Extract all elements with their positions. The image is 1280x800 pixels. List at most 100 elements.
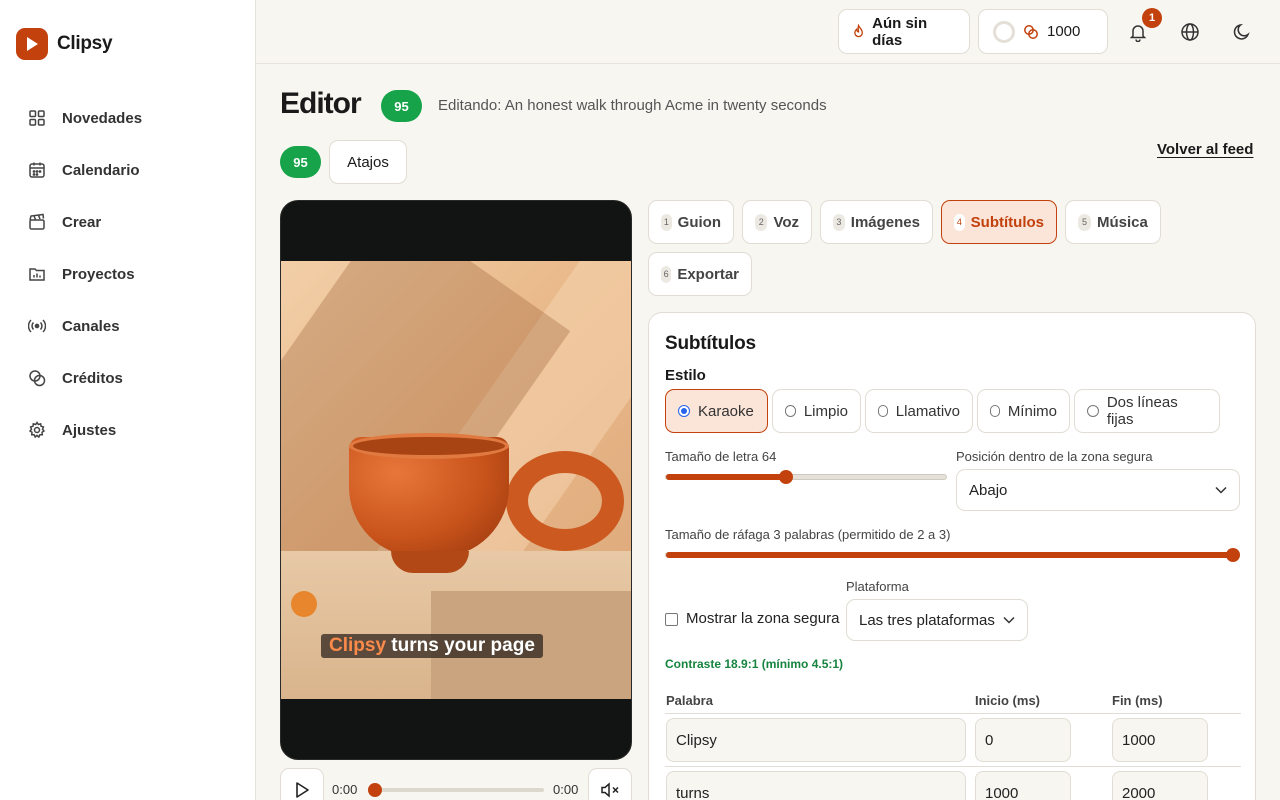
tab-number: 4 — [954, 213, 965, 231]
sidebar-item-label: Crear — [62, 213, 102, 231]
sidebar-item-proyectos[interactable]: Proyectos — [0, 248, 256, 300]
tab-exportar[interactable]: 6 Exportar — [648, 252, 752, 296]
font-size-slider[interactable] — [665, 470, 947, 484]
score-badge: 95 — [381, 90, 422, 122]
sidebar-item-label: Canales — [62, 317, 120, 335]
page-title: Editor — [280, 87, 362, 120]
gear-icon — [28, 421, 46, 439]
font-size-label: Tamaño de letra 64 — [665, 449, 777, 464]
option-label: Limpio — [803, 402, 848, 420]
word-input[interactable]: Clipsy — [666, 718, 966, 762]
safe-zone-label[interactable]: Mostrar la zona segura — [686, 610, 839, 627]
tab-musica[interactable]: 5 Música — [1065, 200, 1161, 244]
select-value: Abajo — [969, 481, 1008, 499]
theme-toggle-button[interactable] — [1226, 16, 1258, 48]
clapperboard-icon — [29, 213, 45, 230]
column-header-word: Palabra — [666, 693, 713, 708]
play-button[interactable] — [280, 768, 324, 800]
sidebar-item-novedades[interactable]: Novedades — [0, 92, 256, 144]
option-label: Karaoke — [698, 402, 754, 420]
tab-voz[interactable]: 2 Voz — [742, 200, 812, 244]
tab-label: Exportar — [677, 265, 739, 283]
row-divider — [665, 766, 1241, 767]
video-preview[interactable]: Clipsy turns your page — [280, 200, 632, 760]
radio-icon — [990, 405, 1000, 417]
select-value: Las tres plataformas — [859, 611, 995, 629]
radio-icon — [1087, 405, 1099, 417]
back-to-feed-link[interactable]: Volver al feed — [1157, 141, 1253, 158]
coins-icon — [1024, 24, 1038, 39]
safe-zone-checkbox[interactable] — [665, 613, 678, 626]
moon-icon — [1233, 23, 1250, 40]
slider-fill — [666, 552, 1238, 558]
cup-foot — [391, 551, 469, 573]
sidebar-item-creditos[interactable]: Créditos — [0, 352, 256, 404]
radio-icon — [785, 405, 796, 417]
tab-label: Imágenes — [850, 213, 920, 231]
burst-size-slider[interactable] — [665, 548, 1240, 562]
word-input[interactable]: turns — [666, 771, 966, 800]
streak-label: Aún sin días — [872, 14, 928, 49]
score-badge-secondary: 95 — [280, 146, 321, 178]
grid-icon — [29, 110, 45, 126]
chevron-down-icon — [1215, 486, 1227, 494]
column-header-end: Fin (ms) — [1112, 693, 1163, 708]
sidebar-nav: Novedades Calendario Crear Proyectos Can… — [0, 92, 256, 456]
platform-label: Plataforma — [846, 579, 909, 594]
volume-muted-icon — [601, 782, 619, 798]
sidebar-item-label: Créditos — [62, 369, 123, 387]
platform-select[interactable]: Las tres plataformas — [846, 599, 1028, 641]
position-select[interactable]: Abajo — [956, 469, 1240, 511]
mute-button[interactable] — [588, 768, 632, 800]
style-option-karaoke[interactable]: Karaoke — [665, 389, 768, 433]
total-time: 0:00 — [553, 782, 579, 797]
cup-handle — [506, 451, 624, 551]
style-option-dos-lineas[interactable]: Dos líneas fijas — [1074, 389, 1220, 433]
seek-bar[interactable] — [368, 783, 544, 797]
tab-number: 2 — [755, 213, 768, 231]
header-divider — [665, 713, 1241, 714]
tab-guion[interactable]: 1 Guion — [648, 200, 734, 244]
tab-label: Voz — [773, 213, 799, 231]
option-label: Mínimo — [1007, 402, 1057, 420]
sidebar-item-label: Calendario — [62, 161, 140, 179]
sidebar-item-ajustes[interactable]: Ajustes — [0, 404, 256, 456]
folder-chart-icon — [29, 268, 45, 281]
progress-ring-icon — [993, 20, 1015, 43]
streak-button[interactable]: Aún sin días — [838, 9, 970, 54]
radio-selected-icon — [678, 405, 690, 417]
end-ms-input[interactable]: 2000 — [1112, 771, 1208, 800]
top-bar: Aún sin días 1000 1 — [256, 0, 1280, 64]
brand[interactable]: Clipsy — [16, 28, 113, 60]
tab-subtitulos[interactable]: 4 Subtítulos — [941, 200, 1057, 244]
flame-icon — [854, 24, 863, 38]
radio-icon — [878, 405, 888, 417]
brand-name: Clipsy — [57, 33, 113, 54]
slider-knob[interactable] — [1226, 548, 1240, 562]
tab-imagenes[interactable]: 3 Imágenes — [820, 200, 933, 244]
tab-number: 5 — [1078, 213, 1091, 231]
sidebar-item-crear[interactable]: Crear — [0, 196, 256, 248]
sidebar-item-canales[interactable]: Canales — [0, 300, 256, 352]
style-option-llamativo[interactable]: Llamativo — [865, 389, 973, 433]
style-option-minimo[interactable]: Mínimo — [977, 389, 1070, 433]
language-button[interactable] — [1174, 16, 1206, 48]
style-option-limpio[interactable]: Limpio — [772, 389, 861, 433]
credits-count: 1000 — [1047, 23, 1081, 40]
slider-fill — [666, 474, 786, 480]
current-time: 0:00 — [332, 782, 358, 797]
shortcuts-button[interactable]: Atajos — [329, 140, 407, 184]
style-label: Estilo — [665, 367, 706, 384]
slider-knob[interactable] — [779, 470, 793, 484]
start-ms-input[interactable]: 1000 — [975, 771, 1071, 800]
tab-number: 1 — [661, 213, 672, 231]
subtitles-panel: Subtítulos Estilo Karaoke Limpio Llamati… — [648, 312, 1256, 800]
start-ms-input[interactable]: 0 — [975, 718, 1071, 762]
credits-button[interactable]: 1000 — [978, 9, 1108, 54]
sidebar-item-label: Proyectos — [62, 265, 135, 283]
seek-knob[interactable] — [368, 783, 382, 797]
option-label: Llamativo — [895, 402, 960, 420]
editing-subtitle: Editando: An honest walk through Acme in… — [438, 97, 827, 114]
sidebar-item-calendario[interactable]: Calendario — [0, 144, 256, 196]
end-ms-input[interactable]: 1000 — [1112, 718, 1208, 762]
